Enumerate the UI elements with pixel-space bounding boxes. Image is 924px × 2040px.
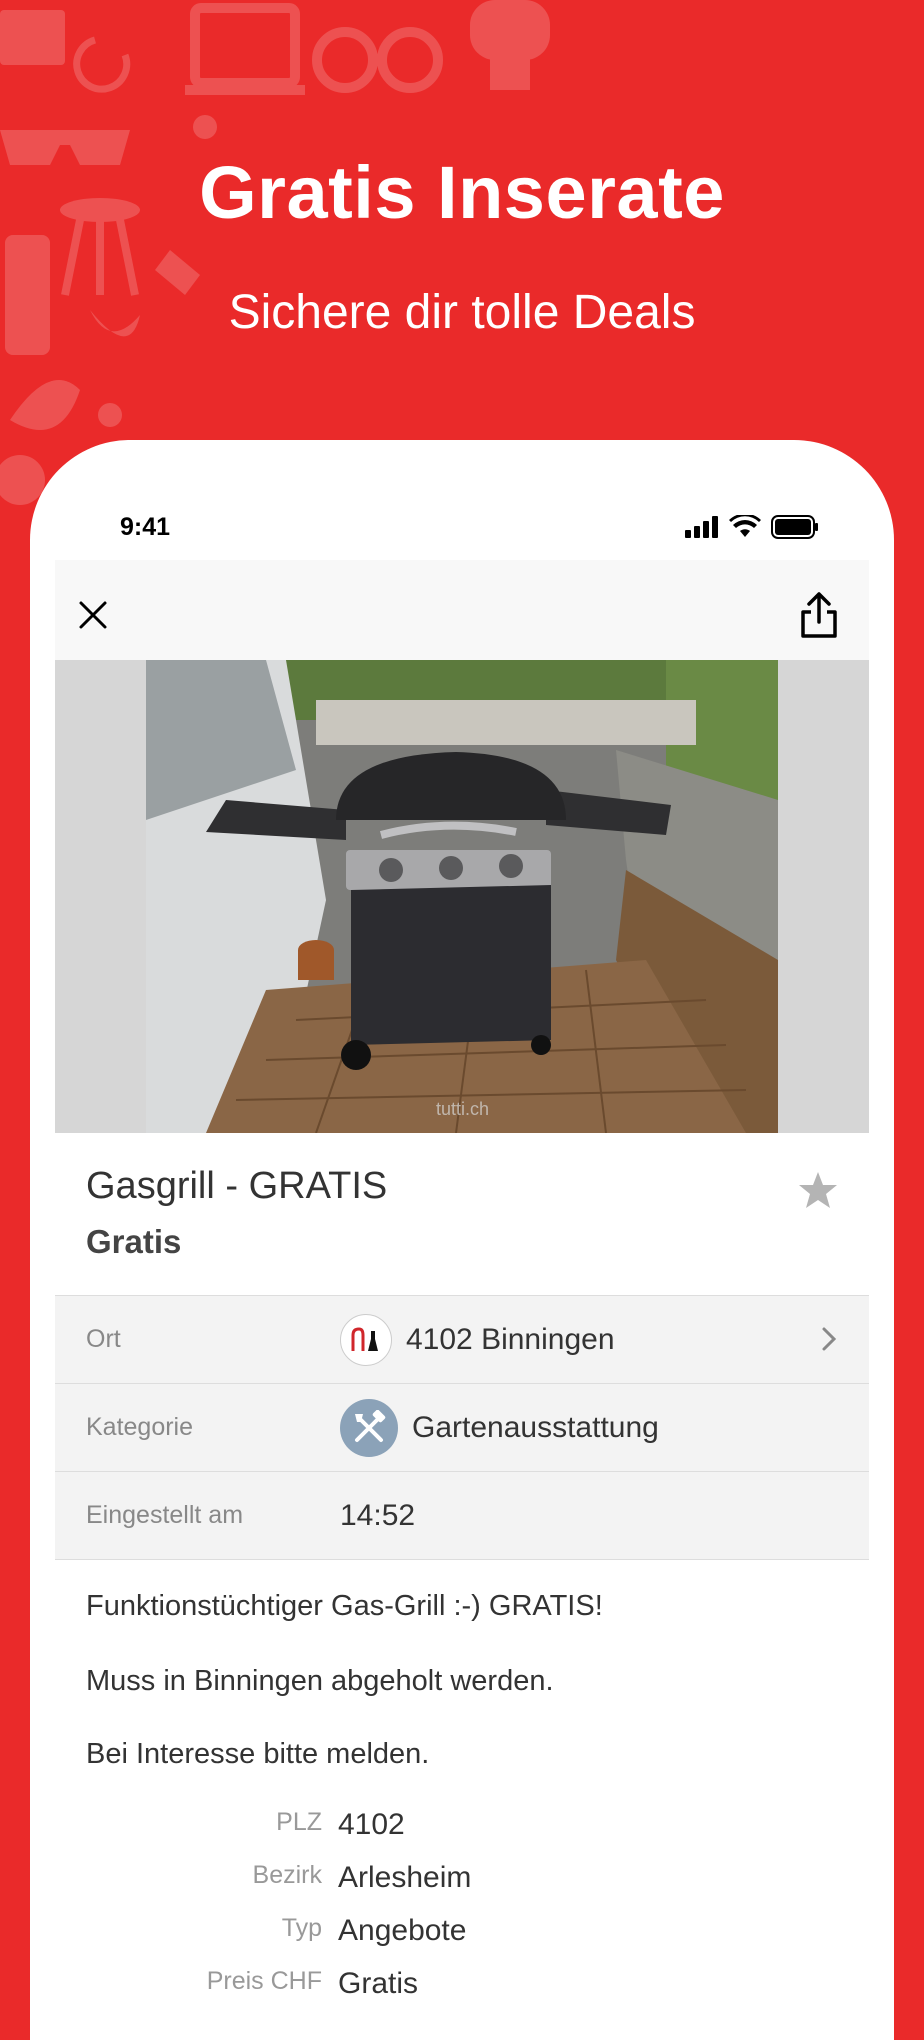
description-line: Muss in Binningen abgeholt werden. — [86, 1665, 554, 1697]
detail-value: Angebote — [338, 1914, 467, 1947]
detail-label: PLZ — [276, 1808, 322, 1836]
wifi-icon — [729, 515, 761, 537]
listing-price: Gratis — [86, 1223, 182, 1260]
info-label-location: Ort — [86, 1325, 121, 1353]
info-row-location[interactable]: Ort 4102 Binningen — [55, 1296, 869, 1384]
info-row-category: Kategorie Gartenausstattung — [55, 1384, 869, 1472]
detail-row: Bezirk Arlesheim — [86, 1861, 846, 1901]
status-time: 9:41 — [120, 513, 171, 541]
canton-coat-of-arms-icon — [340, 1313, 392, 1366]
info-value-location: 4102 Binningen — [340, 1313, 615, 1366]
detail-label: Bezirk — [252, 1861, 322, 1889]
close-icon[interactable] — [73, 595, 113, 635]
info-label-posted: Eingestellt am — [86, 1501, 244, 1529]
detail-row: Preis CHF Gratis — [86, 1967, 846, 2007]
listing-photo[interactable]: tutti.ch — [146, 660, 778, 1133]
detail-value: Arlesheim — [338, 1861, 472, 1894]
garden-tools-icon — [340, 1398, 398, 1457]
cellular-signal-icon — [685, 516, 718, 538]
detail-row: Typ Angebote — [86, 1914, 846, 1954]
info-value-posted: 14:52 — [340, 1498, 416, 1532]
description-line: Funktionstüchtiger Gas-Grill :-) GRATIS! — [86, 1590, 603, 1622]
status-icons — [685, 515, 819, 539]
info-table: Ort 4102 Binningen Kategorie Gartenausst… — [55, 1295, 869, 1560]
chevron-right-icon[interactable] — [819, 1326, 839, 1352]
share-icon[interactable] — [797, 590, 841, 640]
star-icon[interactable] — [798, 1170, 838, 1210]
detail-label: Typ — [281, 1914, 322, 1942]
description-line: Bei Interesse bitte melden. — [86, 1738, 430, 1770]
detail-value: 4102 — [338, 1808, 405, 1841]
detail-value: Gratis — [338, 1967, 419, 2000]
navigation-bar — [55, 560, 869, 660]
phone-frame: 9:41 tutti.ch Gasgrill - GRATIS Gratis O… — [30, 440, 894, 2040]
hero-subtitle: Sichere dir tolle Deals — [228, 286, 696, 339]
hero-title: Gratis Inserate — [199, 151, 725, 234]
info-label-category: Kategorie — [86, 1413, 194, 1441]
info-row-posted: Eingestellt am 14:52 — [55, 1472, 869, 1560]
photo-gallery[interactable]: tutti.ch — [55, 660, 869, 1133]
status-bar: 9:41 — [55, 505, 869, 555]
info-value-category: Gartenausstattung — [340, 1398, 659, 1457]
photo-watermark: tutti.ch — [436, 1099, 489, 1119]
battery-icon — [771, 515, 818, 539]
detail-label: Preis CHF — [206, 1967, 322, 1995]
detail-row: PLZ 4102 — [86, 1808, 846, 1848]
listing-title: Gasgrill - GRATIS — [86, 1165, 388, 1207]
